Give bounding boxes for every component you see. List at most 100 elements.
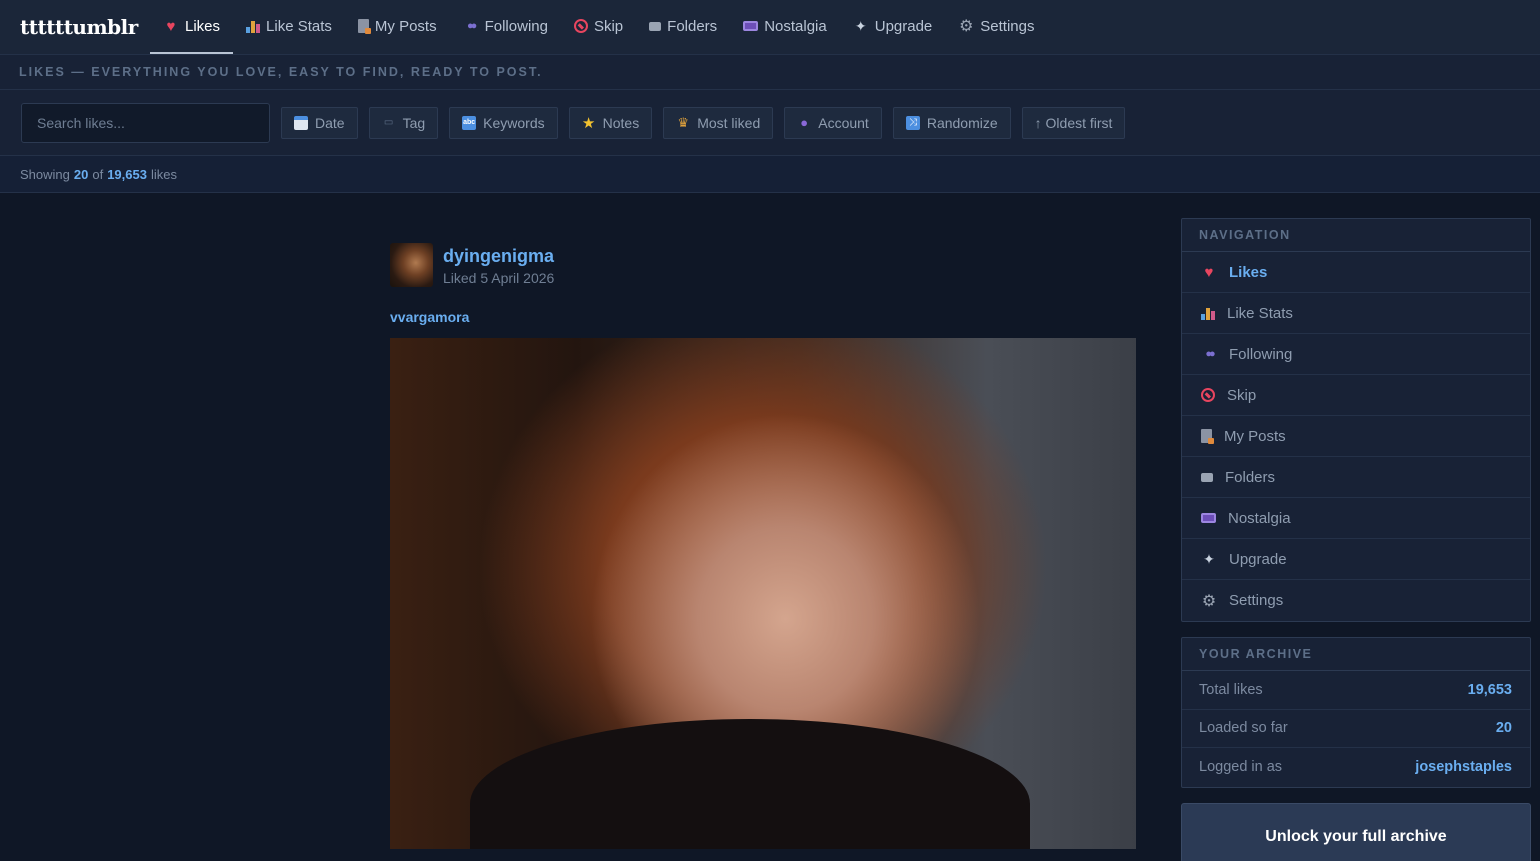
archive-label: Logged in as: [1199, 759, 1283, 776]
nav-item-following[interactable]: ●● Following: [450, 0, 561, 54]
sidebar-item-label: Like Stats: [1227, 304, 1293, 322]
sparkle-icon: ✦: [1203, 550, 1215, 567]
sidebar-item-label: Following: [1229, 345, 1293, 363]
button-label: Notes: [602, 114, 640, 131]
nav-item-upgrade[interactable]: ✦ Upgrade: [840, 0, 946, 54]
tv-icon: [743, 21, 759, 31]
no-entry-icon: [1201, 388, 1215, 402]
nav-item-nostalgia[interactable]: Nostalgia: [730, 0, 840, 54]
post-card: dyingenigma Liked 5 April 2026 vvargamor…: [390, 243, 1136, 849]
sort-notes-button[interactable]: ★ Notes: [568, 106, 653, 139]
bar-chart-icon: [246, 20, 261, 33]
sidebar-item-my-posts[interactable]: My Posts: [1182, 416, 1530, 457]
sidebar-item-upgrade[interactable]: ✦ Upgrade: [1182, 539, 1530, 580]
filter-keywords-button[interactable]: abc Keywords: [449, 106, 558, 139]
sidebar-item-nostalgia[interactable]: Nostalgia: [1182, 498, 1530, 539]
nav-item-settings[interactable]: ⚙ Settings: [945, 0, 1047, 54]
archive-row-loaded: Loaded so far 20: [1182, 710, 1530, 748]
nav-item-skip[interactable]: Skip: [561, 0, 636, 54]
people-icon: ●●: [466, 20, 477, 32]
status-prefix: Showing: [20, 166, 70, 182]
archive-label: Total likes: [1199, 681, 1263, 698]
heart-icon: ♥: [1204, 263, 1214, 281]
sidebar-navigation: NAVIGATION ♥ Likes Like Stats ●● Followi…: [1181, 218, 1531, 622]
sidebar-item-skip[interactable]: Skip: [1182, 375, 1530, 416]
tv-icon: [1201, 513, 1216, 523]
trophy-icon: ♛: [677, 114, 690, 130]
nav-item-label: Skip: [593, 17, 624, 35]
button-label: Most liked: [697, 114, 761, 131]
heart-icon: ♥: [166, 17, 176, 35]
sparkle-icon: ✦: [854, 17, 867, 34]
search-input[interactable]: [21, 102, 270, 143]
sidebar-item-label: Upgrade: [1229, 550, 1287, 568]
archive-value: 19,653: [1467, 681, 1512, 698]
panel-title: NAVIGATION: [1182, 219, 1530, 252]
oldest-first-button[interactable]: ↑ Oldest first: [1021, 106, 1126, 139]
status-of: of: [92, 166, 104, 182]
nav-item-likes[interactable]: ♥ Likes: [150, 0, 234, 54]
sidebar-item-folders[interactable]: Folders: [1182, 457, 1530, 498]
nav-item-label: Folders: [667, 17, 718, 35]
sidebar-item-like-stats[interactable]: Like Stats: [1182, 293, 1530, 334]
nav-item-label: Nostalgia: [764, 17, 827, 35]
bar-chart-icon: [1201, 307, 1215, 320]
button-label: Keywords: [483, 114, 545, 131]
sidebar-item-label: Likes: [1229, 263, 1268, 281]
sidebar-item-likes[interactable]: ♥ Likes: [1182, 252, 1530, 293]
top-nav: ttttttumblr ♥ Likes Like Stats My Posts …: [0, 0, 1540, 54]
nav-item-my-posts[interactable]: My Posts: [345, 0, 450, 54]
gear-icon: ⚙: [1201, 592, 1217, 610]
button-label: Randomize: [926, 114, 998, 131]
total-count: 19,653: [107, 166, 147, 182]
star-icon: ★: [581, 114, 596, 132]
post-image[interactable]: [390, 338, 1136, 849]
nav-item-label: Following: [484, 17, 548, 35]
archive-value: 20: [1495, 720, 1512, 737]
archive-row-logged-in: Logged in as josephstaples: [1182, 748, 1530, 787]
post-image-detail: [470, 719, 1030, 849]
document-icon: [1201, 429, 1214, 444]
button-label: Tag: [402, 114, 426, 131]
randomize-button[interactable]: ⤨ Randomize: [892, 106, 1011, 139]
sidebar-item-label: Settings: [1229, 592, 1284, 609]
unlock-title: Unlock your full archive: [1265, 828, 1447, 845]
folder-icon: [649, 21, 662, 31]
tag-icon: ▭: [383, 117, 394, 128]
unlock-archive-card[interactable]: Unlock your full archive: [1181, 803, 1531, 861]
people-icon: ●●: [1205, 348, 1215, 360]
sidebar-item-label: Skip: [1227, 386, 1257, 404]
button-label: Date: [315, 114, 345, 131]
nav-item-label: Settings: [980, 17, 1035, 35]
results-status: Showing 20 of 19,653 likes: [0, 156, 1540, 193]
nav-item-like-stats[interactable]: Like Stats: [233, 0, 345, 54]
page-tagline: LIKES — EVERYTHING YOU LOVE, EASY TO FIN…: [0, 54, 1540, 90]
liked-date: Liked 5 April 2026: [443, 270, 555, 286]
panel-title: YOUR ARCHIVE: [1182, 638, 1530, 671]
user-icon: ●: [800, 115, 809, 130]
sidebar-item-settings[interactable]: ⚙ Settings: [1182, 580, 1530, 621]
blog-name-link[interactable]: dyingenigma: [443, 243, 554, 269]
sort-date-button[interactable]: Date: [281, 106, 358, 139]
sidebar-item-label: Folders: [1225, 468, 1276, 486]
username-link[interactable]: josephstaples: [1415, 759, 1512, 775]
archive-panel: YOUR ARCHIVE Total likes 19,653 Loaded s…: [1181, 637, 1531, 788]
nav-item-label: Likes: [185, 17, 221, 35]
nav-item-folders[interactable]: Folders: [636, 0, 730, 54]
button-label: ↑ Oldest first: [1034, 114, 1113, 131]
no-entry-icon: [573, 19, 588, 33]
document-icon: [357, 19, 371, 34]
filter-tag-button[interactable]: ▭ Tag: [368, 106, 439, 139]
status-suffix: likes: [150, 166, 177, 182]
avatar[interactable]: [390, 243, 433, 287]
filter-toolbar: Date ▭ Tag abc Keywords ★ Notes ♛ Most l…: [0, 90, 1540, 156]
sidebar-item-label: My Posts: [1224, 427, 1286, 445]
gear-icon: ⚙: [959, 18, 974, 35]
sort-most-liked-button[interactable]: ♛ Most liked: [663, 106, 774, 139]
archive-row-total-likes: Total likes 19,653: [1182, 671, 1530, 710]
sidebar-item-following[interactable]: ●● Following: [1182, 334, 1530, 375]
brand-logo[interactable]: ttttttumblr: [0, 15, 150, 39]
sidebar-item-label: Nostalgia: [1228, 509, 1291, 527]
reblog-source-link[interactable]: vvargamora: [390, 309, 1136, 325]
filter-account-button[interactable]: ● Account: [784, 106, 882, 139]
